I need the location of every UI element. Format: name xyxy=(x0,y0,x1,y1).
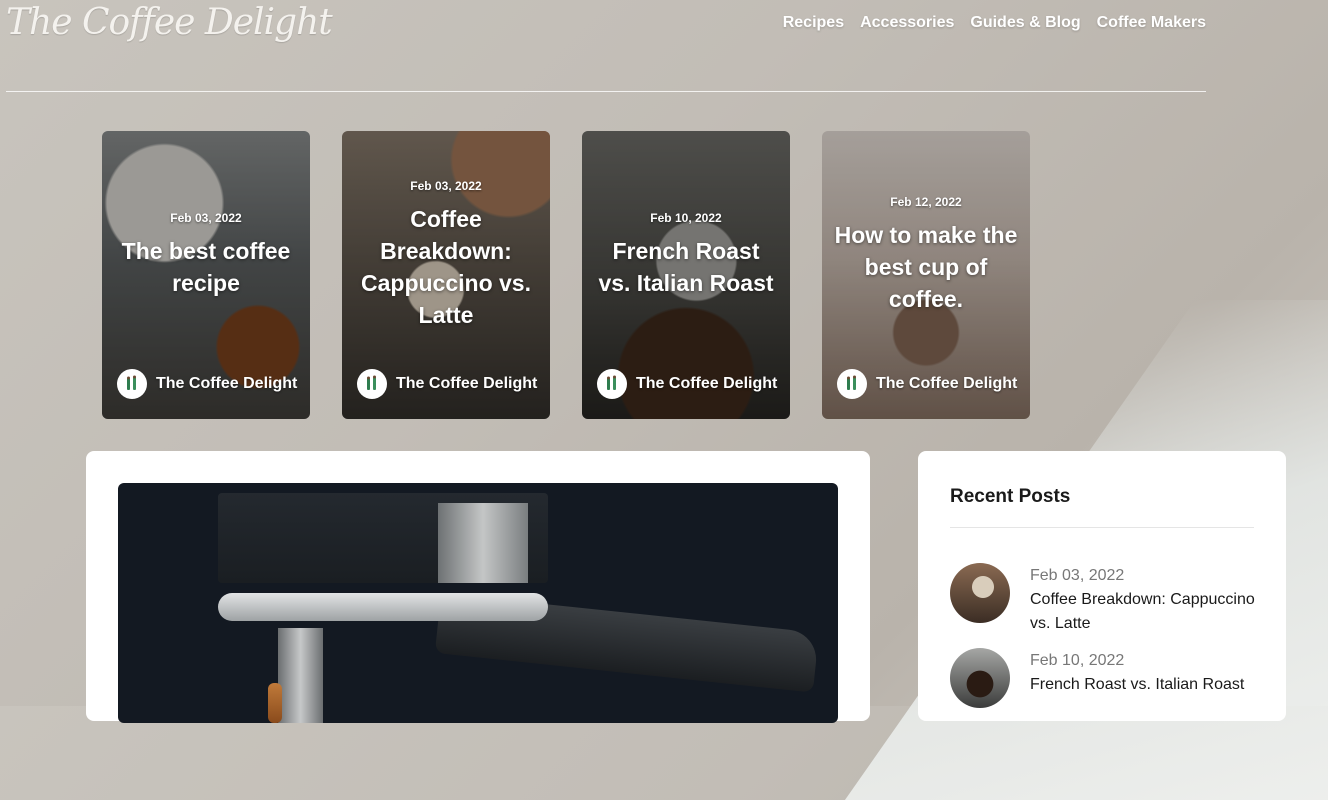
author-name: The Coffee Delight xyxy=(396,375,538,392)
main-content-panel xyxy=(86,451,870,723)
card-author[interactable]: The Coffee Delight xyxy=(357,369,537,399)
recent-post-item[interactable]: Feb 03, 2022 Coffee Breakdown: Cappuccin… xyxy=(950,563,1270,636)
featured-card[interactable]: Feb 12, 2022 How to make the best cup of… xyxy=(822,131,1030,419)
author-avatar xyxy=(837,369,867,399)
nav-coffee-makers[interactable]: Coffee Makers xyxy=(1097,14,1206,32)
author-avatar xyxy=(597,369,627,399)
nav-guides-blog[interactable]: Guides & Blog xyxy=(970,14,1080,32)
card-title[interactable]: How to make the best cup of coffee. xyxy=(834,219,1018,315)
sidebar-divider xyxy=(950,527,1254,528)
nav-accessories[interactable]: Accessories xyxy=(860,14,954,32)
recent-post-date: Feb 03, 2022 xyxy=(1030,567,1125,584)
header-divider xyxy=(6,91,1206,92)
card-author[interactable]: The Coffee Delight xyxy=(597,369,777,399)
card-date: Feb 03, 2022 xyxy=(410,179,482,193)
card-title[interactable]: The best coffee recipe xyxy=(114,235,298,299)
card-title[interactable]: French Roast vs. Italian Roast xyxy=(594,235,778,299)
recent-post-item[interactable]: Feb 10, 2022 French Roast vs. Italian Ro… xyxy=(950,648,1270,708)
card-title[interactable]: Coffee Breakdown: Cappuccino vs. Latte xyxy=(354,203,538,331)
card-author[interactable]: The Coffee Delight xyxy=(117,369,297,399)
recent-post-date: Feb 10, 2022 xyxy=(1030,652,1125,669)
author-name: The Coffee Delight xyxy=(156,375,298,392)
author-name: The Coffee Delight xyxy=(876,375,1018,392)
main-nav: Recipes Accessories Guides & Blog Coffee… xyxy=(783,14,1206,32)
recent-post-thumbnail[interactable] xyxy=(950,563,1010,623)
card-author[interactable]: The Coffee Delight xyxy=(837,369,1017,399)
nav-recipes[interactable]: Recipes xyxy=(783,14,844,32)
card-date: Feb 10, 2022 xyxy=(650,211,722,225)
featured-posts: Feb 03, 2022 The best coffee recipe The … xyxy=(102,131,1030,419)
site-logo[interactable]: The Coffee Delight xyxy=(6,2,333,43)
featured-card[interactable]: Feb 03, 2022 The best coffee recipe The … xyxy=(102,131,310,419)
card-date: Feb 03, 2022 xyxy=(170,211,242,225)
recent-post-thumbnail[interactable] xyxy=(950,648,1010,708)
sidebar-title: Recent Posts xyxy=(950,486,1071,507)
sidebar-panel: Recent Posts Feb 03, 2022 Coffee Breakdo… xyxy=(918,451,1286,721)
post-hero-image[interactable] xyxy=(118,483,838,723)
recent-post-title[interactable]: Coffee Breakdown: Cappuccino vs. Latte xyxy=(1030,588,1270,636)
recent-post-title[interactable]: French Roast vs. Italian Roast xyxy=(1030,673,1270,697)
featured-card[interactable]: Feb 10, 2022 French Roast vs. Italian Ro… xyxy=(582,131,790,419)
card-date: Feb 12, 2022 xyxy=(890,195,962,209)
author-avatar xyxy=(117,369,147,399)
author-name: The Coffee Delight xyxy=(636,375,778,392)
featured-card[interactable]: Feb 03, 2022 Coffee Breakdown: Cappuccin… xyxy=(342,131,550,419)
author-avatar xyxy=(357,369,387,399)
